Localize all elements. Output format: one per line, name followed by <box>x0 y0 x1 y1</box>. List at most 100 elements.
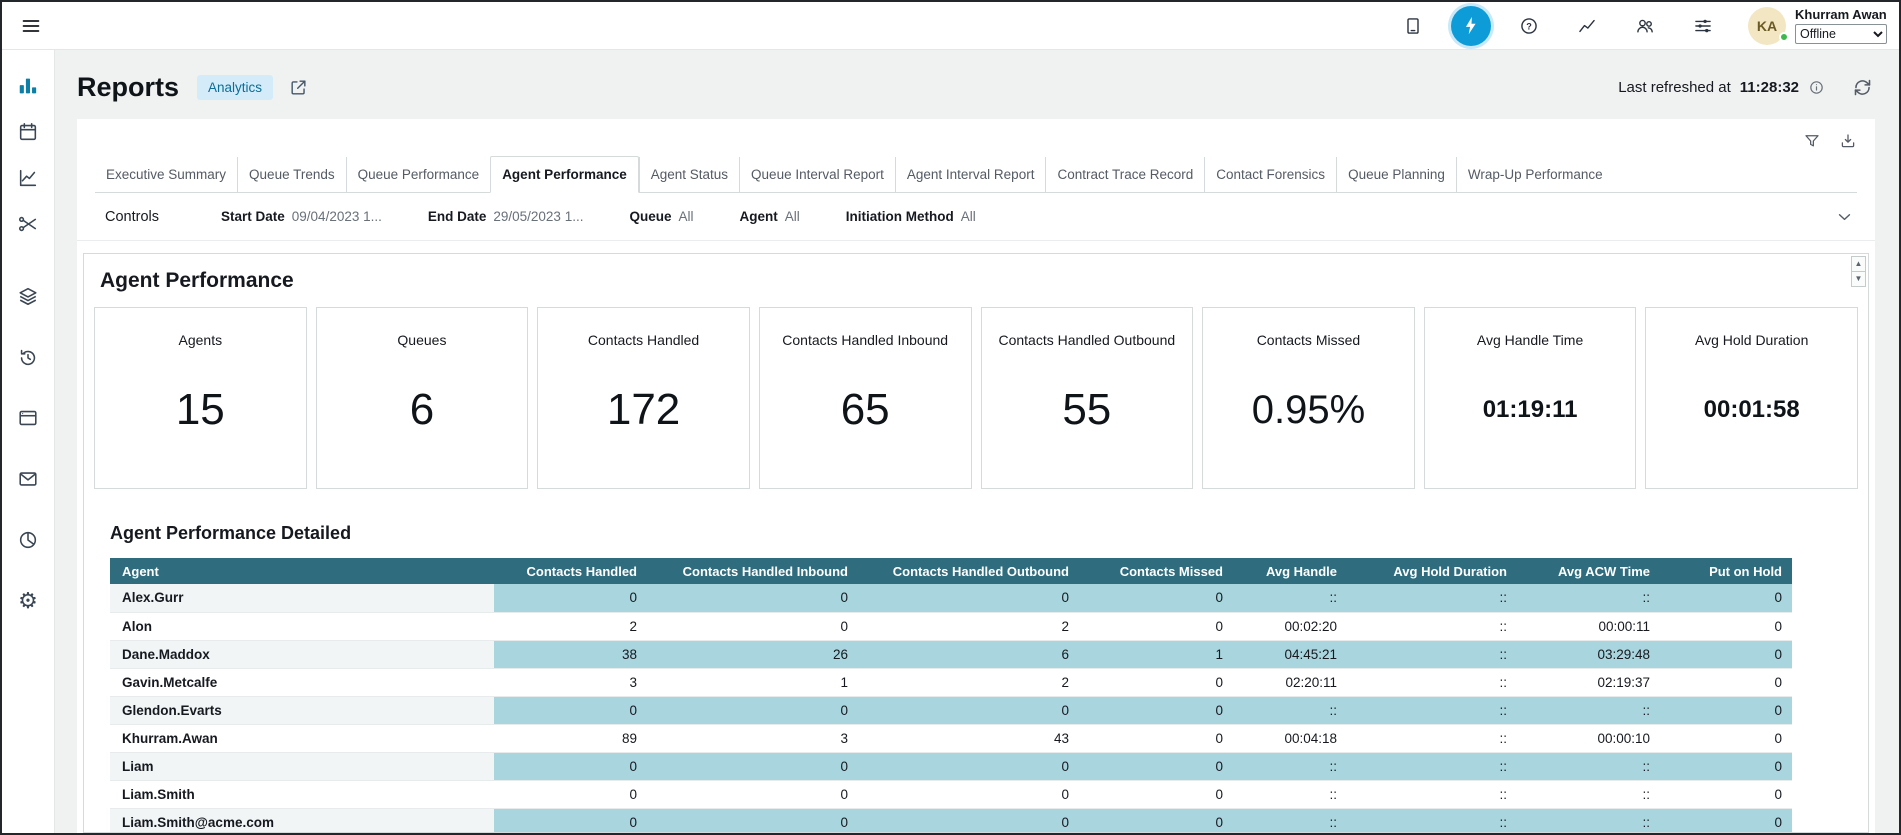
menu-icon[interactable] <box>16 11 46 41</box>
value-cell: :: <box>1347 668 1517 696</box>
window-icon[interactable] <box>16 406 40 430</box>
agent-name-cell: Gavin.Metcalfe <box>110 668 494 696</box>
notes-icon[interactable] <box>1384 16 1442 36</box>
value-cell: 0 <box>494 808 647 833</box>
filter-funnel-icon[interactable] <box>1803 132 1821 150</box>
table-row: Alon202000:02:20::00:00:110 <box>110 612 1792 640</box>
column-header-contacts-handled[interactable]: Contacts Handled <box>494 558 647 584</box>
kpi-agents: Agents15 <box>94 307 307 489</box>
column-header-avg-acw-time[interactable]: Avg ACW Time <box>1517 558 1660 584</box>
pie-chart-icon[interactable] <box>16 528 40 552</box>
value-cell: 0 <box>1660 612 1792 640</box>
value-cell: 0 <box>494 780 647 808</box>
control-value: All <box>961 209 976 224</box>
user-name: Khurram Awan <box>1795 7 1887 22</box>
last-refreshed-label: Last refreshed at <box>1618 79 1731 96</box>
column-header-agent[interactable]: Agent <box>110 558 494 584</box>
value-cell: 00:04:18 <box>1233 724 1347 752</box>
value-cell: 26 <box>647 640 858 668</box>
column-header-contacts-handled-inbound[interactable]: Contacts Handled Inbound <box>647 558 858 584</box>
value-cell: 6 <box>858 640 1079 668</box>
table-row: Dane.Maddox38266104:45:21::03:29:480 <box>110 640 1792 668</box>
report-card: Executive SummaryQueue TrendsQueue Perfo… <box>77 119 1875 833</box>
value-cell: 0 <box>1079 612 1233 640</box>
app-window: ? KA Khurram Awan Offline <box>0 0 1901 835</box>
last-refreshed-time: 11:28:32 <box>1740 79 1799 96</box>
report-region: ▲▼ Agent Performance Agents15Queues6Cont… <box>83 253 1869 833</box>
table-row: Liam.Smith0000::::::0 <box>110 780 1792 808</box>
column-header-contacts-missed[interactable]: Contacts Missed <box>1079 558 1233 584</box>
gear-icon[interactable]: ⚙ <box>16 589 40 613</box>
analytics-bar-chart-icon[interactable] <box>16 74 40 98</box>
info-icon[interactable] <box>1808 79 1825 96</box>
control-end-date[interactable]: End Date29/05/2023 1... <box>428 209 584 224</box>
column-header-avg-hold-duration[interactable]: Avg Hold Duration <box>1347 558 1517 584</box>
mail-icon[interactable] <box>16 467 40 491</box>
value-cell: 0 <box>1660 668 1792 696</box>
tab-queue-trends[interactable]: Queue Trends <box>237 157 346 192</box>
kpi-label: Agents <box>179 332 223 348</box>
tab-wrap-up-performance[interactable]: Wrap-Up Performance <box>1456 157 1614 192</box>
section-header: Agent Performance <box>92 254 1860 307</box>
control-queue[interactable]: QueueAll <box>629 209 693 224</box>
tab-contract-trace-record[interactable]: Contract Trace Record <box>1045 157 1204 192</box>
tab-agent-interval-report[interactable]: Agent Interval Report <box>895 157 1046 192</box>
controls-bar: Controls Start Date09/04/2023 1... End Da… <box>77 193 1875 241</box>
column-header-contacts-handled-outbound[interactable]: Contacts Handled Outbound <box>858 558 1079 584</box>
value-cell: 00:00:11 <box>1517 612 1660 640</box>
flows-icon[interactable] <box>16 212 40 236</box>
tab-queue-interval-report[interactable]: Queue Interval Report <box>739 157 895 192</box>
tab-queue-performance[interactable]: Queue Performance <box>346 157 491 192</box>
sliders-icon[interactable] <box>1674 16 1732 36</box>
value-cell: 0 <box>647 752 858 780</box>
controls-label: Controls <box>105 209 159 225</box>
agent-name-cell: Alex.Gurr <box>110 584 494 612</box>
kpi-row: Agents15Queues6Contacts Handled172Contac… <box>92 307 1860 489</box>
value-cell: 0 <box>858 696 1079 724</box>
kpi-value: 55 <box>1062 348 1111 472</box>
kpi-contacts-handled-inbound: Contacts Handled Inbound65 <box>759 307 972 489</box>
kpi-value: 6 <box>410 348 434 472</box>
chevron-down-icon[interactable] <box>1836 208 1853 225</box>
column-header-put-on-hold[interactable]: Put on Hold <box>1660 558 1792 584</box>
value-cell: 0 <box>494 584 647 612</box>
users-icon[interactable] <box>1616 16 1674 36</box>
layers-icon[interactable] <box>16 284 40 308</box>
help-icon[interactable]: ? <box>1500 16 1558 36</box>
refresh-icon[interactable] <box>1852 77 1873 98</box>
column-header-avg-handle[interactable]: Avg Handle <box>1233 558 1347 584</box>
tab-contact-forensics[interactable]: Contact Forensics <box>1204 157 1336 192</box>
tab-queue-planning[interactable]: Queue Planning <box>1336 157 1456 192</box>
value-cell: 0 <box>858 808 1079 833</box>
control-start-date[interactable]: Start Date09/04/2023 1... <box>221 209 382 224</box>
control-value: 29/05/2023 1... <box>493 209 583 224</box>
value-cell: 0 <box>647 612 858 640</box>
scrollbar-up-down[interactable]: ▲▼ <box>1851 256 1866 287</box>
history-icon[interactable] <box>16 345 40 369</box>
agent-name-cell: Liam.Smith@acme.com <box>110 808 494 833</box>
analytics-badge: Analytics <box>197 75 273 100</box>
tab-agent-performance[interactable]: Agent Performance <box>490 156 639 193</box>
value-cell: 2 <box>858 668 1079 696</box>
control-initiation-method[interactable]: Initiation MethodAll <box>846 209 976 224</box>
value-cell: 0 <box>1660 780 1792 808</box>
control-label: Queue <box>629 209 671 224</box>
agent-name-cell: Glendon.Evarts <box>110 696 494 724</box>
metrics-icon[interactable] <box>1558 16 1616 36</box>
control-agent[interactable]: AgentAll <box>739 209 799 224</box>
external-link-icon[interactable] <box>289 78 308 97</box>
agent-ccp-lightning-icon[interactable] <box>1451 6 1491 46</box>
calendar-icon[interactable] <box>16 120 40 144</box>
value-cell: 2 <box>858 612 1079 640</box>
controls-fields: Start Date09/04/2023 1... End Date29/05/2… <box>221 209 976 224</box>
kpi-value: 65 <box>841 348 890 472</box>
value-cell: 0 <box>1079 752 1233 780</box>
trends-line-chart-icon[interactable] <box>16 166 40 190</box>
tab-executive-summary[interactable]: Executive Summary <box>95 157 237 192</box>
control-label: Start Date <box>221 209 285 224</box>
table-title: Agent Performance Detailed <box>102 523 1860 544</box>
download-icon[interactable] <box>1839 132 1857 150</box>
tab-agent-status[interactable]: Agent Status <box>639 157 739 192</box>
status-select[interactable]: Offline <box>1795 24 1887 44</box>
kpi-contacts-handled-outbound: Contacts Handled Outbound55 <box>981 307 1194 489</box>
